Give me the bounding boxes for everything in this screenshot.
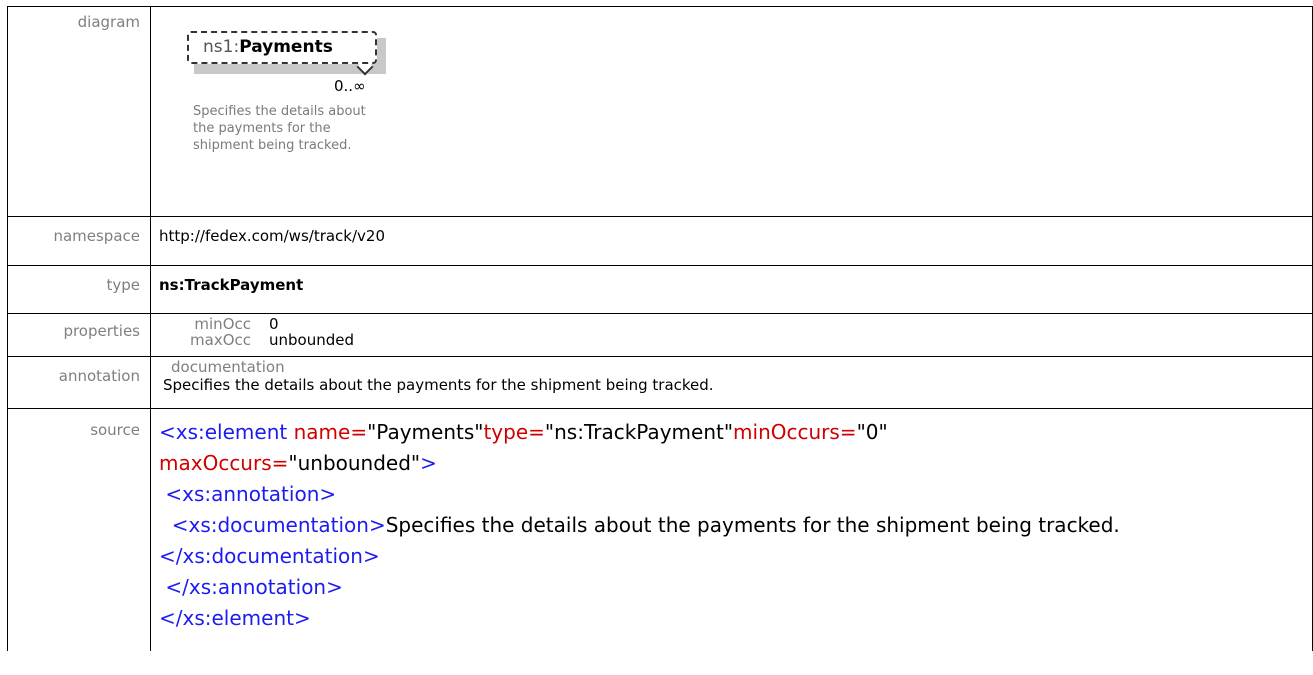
namespace-label: namespace (7, 216, 151, 266)
source-row: source <xs:element name="Payments"type="… (7, 408, 1313, 651)
annotation-title: documentation (171, 358, 285, 376)
src-attr-name: name= (293, 420, 368, 444)
max-occurs-value: unbounded (269, 331, 354, 349)
type-value[interactable]: ns:TrackPayment (150, 265, 1313, 314)
max-occurs-key: maxOcc (190, 331, 251, 349)
element-diagram: ns1:Payments 0..∞ Specifies the details … (159, 11, 1312, 201)
src-val-maxoccurs: "unbounded" (288, 451, 421, 475)
element-doc-table: diagram ns1:Payments 0..∞ Specifies the … (7, 6, 1313, 651)
min-occurs-key: minOcc (194, 315, 251, 333)
diagram-doc-line: the payments for the (193, 121, 331, 136)
annotation-label: annotation (7, 356, 151, 409)
type-link[interactable]: ns:TrackPayment (159, 276, 303, 294)
annotation-text: Specifies the details about the payments… (163, 376, 714, 394)
src-val-minoccurs: "0" (856, 420, 888, 444)
diagram-doc-line: shipment being tracked. (193, 138, 352, 153)
properties-list: minOcc 0 maxOcc unbounded (151, 316, 1312, 348)
src-val-name: "Payments" (367, 420, 484, 444)
src-val-type: "ns:TrackPayment" (544, 420, 734, 444)
source-code: <xs:element name="Payments"type="ns:Trac… (159, 413, 1169, 634)
src-element-close: </xs:element> (159, 606, 311, 630)
src-attr-maxoccurs: maxOccurs= (159, 451, 289, 475)
src-documentation-close: </xs:documentation> (159, 544, 380, 568)
occurrence-label: 0..∞ (334, 77, 366, 95)
diagram-row: diagram ns1:Payments 0..∞ Specifies the … (7, 6, 1313, 217)
type-row: type ns:TrackPayment (7, 265, 1313, 314)
namespace-row: namespace http://fedex.com/ws/track/v20 (7, 216, 1313, 266)
min-occurs-value: 0 (269, 315, 279, 333)
diagram-cell: ns1:Payments 0..∞ Specifies the details … (150, 6, 1313, 217)
source-cell: <xs:element name="Payments"type="ns:Trac… (150, 408, 1313, 651)
src-documentation-open: <xs:documentation> (171, 513, 386, 537)
element-prefix: ns1: (203, 37, 240, 57)
annotation-cell: documentation Specifies the details abou… (150, 356, 1313, 409)
element-name: Payments (239, 37, 333, 57)
src-attr-minoccurs: minOccurs= (733, 420, 857, 444)
src-annotation-open: <xs:annotation> (165, 482, 337, 506)
payments-element-box[interactable]: ns1:Payments (187, 31, 386, 76)
namespace-value: http://fedex.com/ws/track/v20 (150, 216, 1313, 266)
diagram-doc-line: Specifies the details about (193, 104, 366, 119)
type-label: type (7, 265, 151, 314)
src-element-open: <xs:element (159, 420, 294, 444)
src-documentation-text: Specifies the details about the payments… (385, 513, 1120, 537)
diagram-documentation: Specifies the details about the payments… (193, 103, 443, 154)
properties-label: properties (7, 313, 151, 357)
src-attr-type: type= (483, 420, 545, 444)
src-annotation-close: </xs:annotation> (165, 575, 343, 599)
element-node[interactable]: ns1:Payments (187, 31, 377, 64)
annotation-row: annotation documentation Specifies the d… (7, 356, 1313, 409)
source-label: source (7, 408, 151, 651)
src-element-close-bracket: > (420, 451, 437, 475)
page: diagram ns1:Payments 0..∞ Specifies the … (0, 0, 1313, 675)
properties-cell: minOcc 0 maxOcc unbounded (150, 313, 1313, 357)
diagram-label: diagram (7, 6, 151, 217)
properties-row: properties minOcc 0 maxOcc unbounded (7, 313, 1313, 357)
